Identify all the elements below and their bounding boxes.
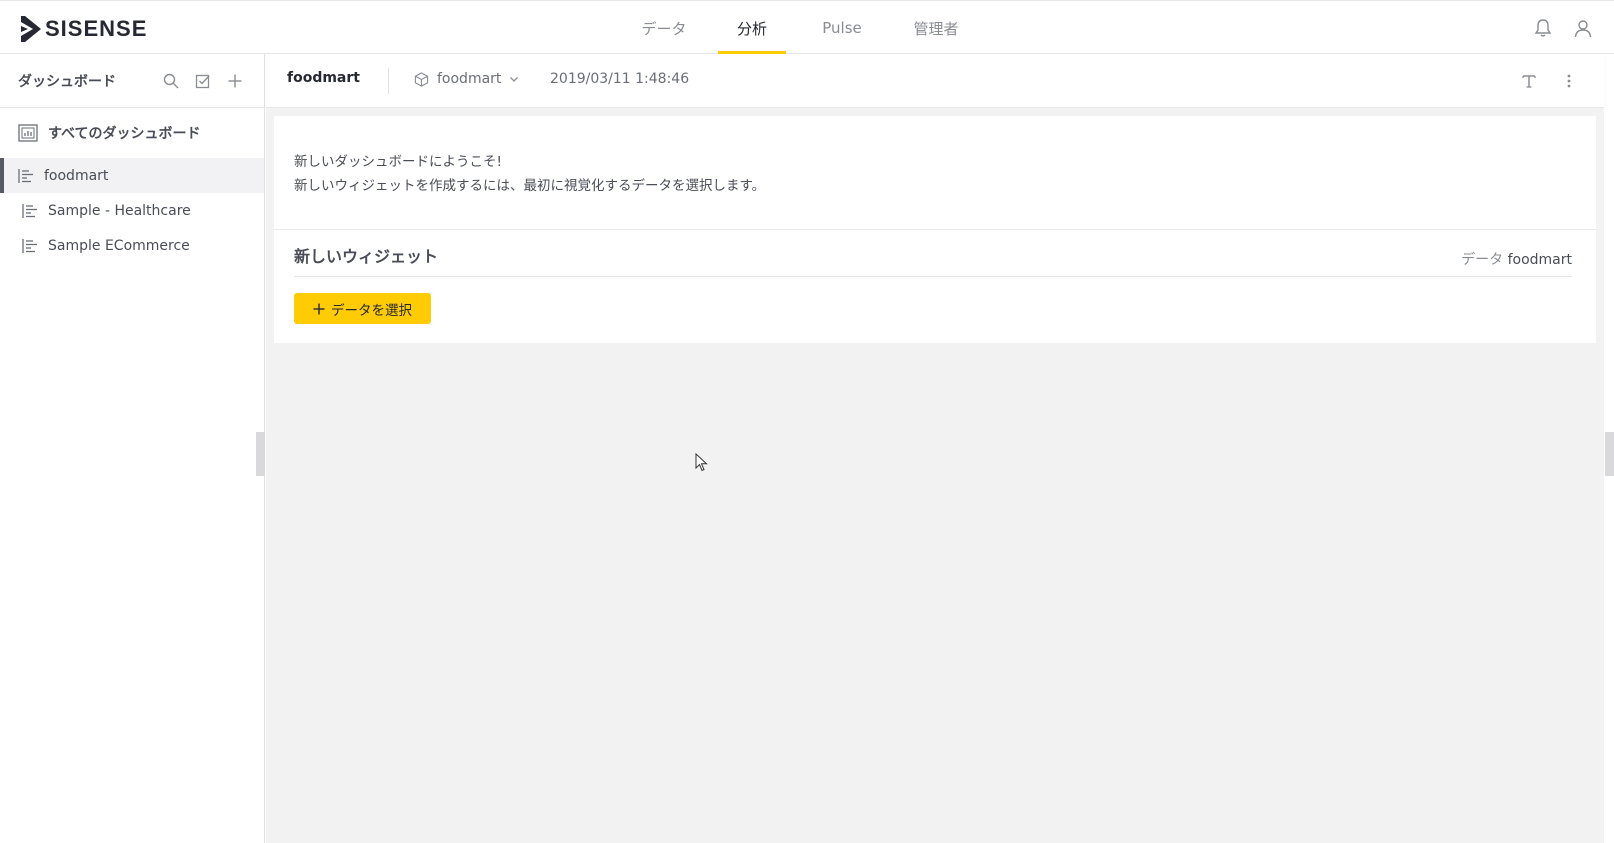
new-dashboard-card: 新しいダッシュボードにようこそ! 新しいウィジェットを作成するには、最初に視覚化… bbox=[274, 116, 1596, 343]
select-data-label: データを選択 bbox=[331, 302, 412, 319]
datasource-label: foodmart bbox=[437, 71, 502, 87]
sidebar-collapse-handle[interactable] bbox=[256, 432, 265, 476]
widget-datasource-value: foodmart bbox=[1507, 252, 1572, 268]
checklist-icon[interactable] bbox=[192, 70, 214, 92]
last-updated-timestamp: 2019/03/11 1:48:46 bbox=[550, 71, 690, 87]
sidebar-tools bbox=[160, 70, 246, 92]
new-widget-title: 新しいウィジェット bbox=[294, 247, 439, 266]
welcome-line-2: 新しいウィジェットを作成するには、最初に視覚化するデータを選択します。 bbox=[294, 178, 766, 194]
header-actions bbox=[1518, 70, 1580, 92]
sidebar-item-sample-healthcare[interactable]: Sample - Healthcare bbox=[0, 193, 264, 228]
widget-datasource: データ foodmart bbox=[1461, 249, 1572, 269]
user-icon[interactable] bbox=[1572, 17, 1594, 39]
tab-data-label: データ bbox=[641, 19, 687, 38]
sidebar-title: ダッシュボード bbox=[18, 73, 116, 90]
dashboard-canvas: 新しいダッシュボードにようこそ! 新しいウィジェットを作成するには、最初に視覚化… bbox=[266, 108, 1604, 843]
sidebar-item-foodmart[interactable]: foodmart bbox=[0, 158, 264, 193]
more-icon[interactable] bbox=[1558, 70, 1580, 92]
logo-text: SISENSE bbox=[45, 16, 148, 41]
tab-analytics-label: 分析 bbox=[736, 19, 767, 38]
sidebar-item-label: Sample - Healthcare bbox=[48, 202, 191, 219]
plus-icon bbox=[313, 303, 325, 314]
card-divider bbox=[274, 229, 1596, 230]
dashboard-icon bbox=[22, 203, 37, 218]
top-bar: SISENSE データ 分析 Pulse 管理者 bbox=[0, 0, 1614, 55]
dashboard-header: foodmart foodmart 2019/03/11 1:48:46 bbox=[266, 54, 1604, 108]
dashboard-icon bbox=[18, 168, 33, 183]
header-divider bbox=[388, 68, 389, 94]
all-dashboards-label: すべてのダッシュボード bbox=[48, 126, 201, 142]
sisense-logo-icon bbox=[21, 16, 41, 42]
tab-pulse[interactable]: Pulse bbox=[802, 1, 882, 55]
tab-admin-label: 管理者 bbox=[913, 19, 959, 38]
dashboard-folder-icon bbox=[18, 124, 38, 142]
dashboard-title: foodmart bbox=[287, 70, 360, 86]
right-panel-collapse-handle[interactable] bbox=[1605, 432, 1614, 476]
sisense-logo[interactable]: SISENSE bbox=[21, 16, 147, 42]
text-icon[interactable] bbox=[1518, 70, 1540, 92]
datasource-selector[interactable]: foodmart bbox=[414, 71, 519, 87]
bell-icon[interactable] bbox=[1532, 17, 1554, 39]
mouse-cursor-icon bbox=[695, 452, 708, 476]
welcome-message: 新しいダッシュボードにようこそ! 新しいウィジェットを作成するには、最初に視覚化… bbox=[294, 150, 765, 198]
sidebar-header: ダッシュボード bbox=[0, 54, 264, 108]
select-data-button[interactable]: データを選択 bbox=[294, 293, 431, 324]
welcome-line-1: 新しいダッシュボードにようこそ! bbox=[294, 154, 502, 170]
top-icons bbox=[1532, 17, 1594, 39]
tab-data[interactable]: データ bbox=[620, 1, 708, 55]
tab-pulse-label: Pulse bbox=[822, 19, 862, 37]
sidebar-item-label: foodmart bbox=[44, 167, 109, 184]
top-navigation: データ 分析 Pulse 管理者 bbox=[620, 1, 976, 55]
dashboards-sidebar: ダッシュボード すべてのダッシュボード foodmart Sample - He… bbox=[0, 54, 265, 843]
sidebar-item-sample-ecommerce[interactable]: Sample ECommerce bbox=[0, 228, 264, 263]
dashboard-icon bbox=[22, 238, 37, 253]
all-dashboards-link[interactable]: すべてのダッシュボード bbox=[0, 108, 264, 158]
sidebar-item-label: Sample ECommerce bbox=[48, 237, 190, 254]
cube-icon bbox=[414, 71, 429, 87]
dashboard-list: foodmart Sample - Healthcare Sample ECom… bbox=[0, 158, 264, 263]
new-widget-underline bbox=[294, 276, 1572, 277]
search-icon[interactable] bbox=[160, 70, 182, 92]
tab-admin[interactable]: 管理者 bbox=[896, 1, 976, 55]
widget-datasource-label: データ bbox=[1461, 252, 1504, 268]
chevron-down-icon bbox=[510, 77, 519, 82]
tab-analytics[interactable]: 分析 bbox=[718, 1, 786, 55]
plus-icon[interactable] bbox=[224, 70, 246, 92]
